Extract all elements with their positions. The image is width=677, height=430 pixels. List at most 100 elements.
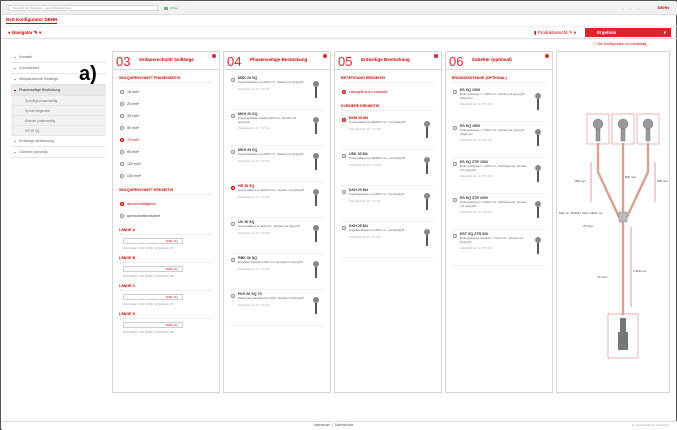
sidebar-subitem[interactable]: HR 25 SQ	[11, 126, 106, 136]
result-button[interactable]: Ergebnis ▾	[585, 28, 671, 37]
product-option[interactable]: UK 30 SQ Universalklemme Ø30 mm, Spindel …	[230, 218, 324, 254]
radio-icon	[453, 198, 457, 202]
product-option[interactable]: KKH 25 M4 Kugelkopfhaken mit Ø25 mm, mit …	[341, 222, 435, 258]
app-title-tab[interactable]: DxS Konfigurator DEHN	[6, 17, 58, 24]
clamp-icon	[424, 121, 430, 138]
clamp-icon	[424, 193, 430, 210]
sidebar-subitem[interactable]: Kleinste phasenseitig	[11, 116, 106, 126]
radio-option[interactable]: 50 mm²	[119, 122, 213, 134]
product-datasheet-link[interactable]: Datenblatt Art.-Nr. 772 211	[349, 200, 417, 203]
pin-icon: ✎ ▾	[567, 30, 577, 35]
window-controls[interactable]: ○ ○ ○	[622, 6, 641, 11]
product-desc: Erdungsstange l = 1500 mm, Spindel mit Q…	[460, 128, 525, 136]
product-option[interactable]: ES SQ ZTR 2000 Erdungsstange l = 2000 mm,…	[452, 194, 546, 230]
sidebar-item-erdseitig[interactable]: Erdseitige Bestückung	[11, 136, 106, 147]
product-datasheet-link[interactable]: Datenblatt Art.-Nr. 772 341	[238, 127, 306, 130]
datenschutz-link[interactable]: Datenschutz	[335, 423, 353, 427]
product-datasheet-link[interactable]: Datenblatt Art.-Nr. 765 092	[460, 247, 528, 250]
radio-icon	[231, 258, 235, 262]
sidebar-subitem[interactable]: Sprödlige phasenseitig	[11, 96, 106, 106]
sidebar-item-zubehoer[interactable]: Zubehör (optional)	[11, 147, 106, 158]
max-rating: Max. Ik: 19.5kA / 0.5s / 11kA / 1s	[559, 211, 603, 215]
radio-icon	[120, 202, 124, 206]
product-datasheet-link[interactable]: Datenblatt Art.-Nr. 773 416	[238, 304, 306, 307]
length-hint: Minimalwert: 200 (1000), Schrittweite: 5…	[123, 246, 174, 250]
brand-logo: DEHN	[657, 5, 669, 10]
section-title: Seilquerschnitt phasenseitig	[119, 76, 213, 83]
product-option[interactable]: ES SQ 1000 Erdungsstange l = 1000 mm, Spi…	[452, 86, 546, 122]
radio-icon	[120, 174, 124, 178]
product-datasheet-link[interactable]: Datenblatt Art.-Nr. 765 210	[460, 211, 528, 214]
impressum-link[interactable]: Impressum	[314, 423, 330, 427]
status-dot-icon	[323, 54, 327, 58]
radio-option[interactable]: querschnittsreduziert	[119, 210, 213, 222]
product-option[interactable]: EST SQ ZTR 920 Erdungsstange teleskop. l …	[452, 230, 546, 266]
product-datasheet-link[interactable]: Datenblatt Art.-Nr. 765 105	[460, 103, 528, 106]
product-list: MSK 20 SQ Kugelkopfhaken mit Ø20 mm, Spin…	[224, 74, 330, 326]
length-label: Länge C	[119, 284, 213, 291]
secure-badge: Wrote	[164, 6, 190, 11]
product-option[interactable]: KKH 20 M4 Kugelkopfhaken mit Ø20 mm, mit …	[341, 186, 435, 222]
product-desc: Phasenanschlussbolzen M16, Spindel mit Q…	[238, 296, 304, 300]
product-desc: Erdungsstange l = 1000 mm, Verlängerung,…	[460, 164, 527, 172]
product-option[interactable]: EKM 25 M4 Universalklemme Ø25/25 mm, mit …	[341, 114, 435, 150]
clamp-icon	[313, 225, 319, 242]
product-datasheet-link[interactable]: Datenblatt Art.-Nr. 772 351	[238, 160, 306, 163]
length-input[interactable]: 1000 mm	[123, 266, 183, 272]
length-label: Länge A	[119, 228, 213, 235]
step-panel-seilquerschnitt: 03 Seilquerschnitt/ Seillänge Seilquersc…	[112, 51, 220, 393]
browser-bar: Deutsch mit Varianten - oder Artikelnumm…	[2, 2, 677, 15]
product-option[interactable]: MKH 25 SQ Kugelkopfhaken mit Ø25 mm, Spin…	[230, 146, 324, 182]
sidebar-item-auswahl[interactable]: Auswahl	[11, 52, 106, 63]
product-option[interactable]: HR 25 SQ Universalklemme Ø25/25 mm, Spind…	[230, 182, 324, 218]
product-datasheet-link[interactable]: Datenblatt Art.-Nr. 774 238	[349, 164, 417, 167]
length-input[interactable]: 1000 mm	[123, 294, 183, 300]
product-view-button[interactable]: ▮ Produktansicht ✎ ▾	[534, 30, 576, 36]
sidebar-subitem[interactable]: Spindel allgemein	[11, 106, 106, 116]
step-title: Erdseitige Bestückung	[361, 57, 410, 62]
product-option[interactable]: MSK 20 SQ Kugelkopfhaken mit Ø20 mm, Spin…	[230, 74, 324, 110]
product-datasheet-link[interactable]: Datenblatt Art.-Nr. 765 110	[460, 175, 528, 178]
section-title: Betätigung erdseitig	[341, 76, 435, 83]
product-option[interactable]: ES SQ 1500 Erdungsstange l = 1500 mm, Spi…	[452, 122, 546, 158]
product-desc: Kugelkopfhaken mit Ø20 mm, mit Handgriff	[349, 192, 405, 196]
navigator-button[interactable]: ● Navigator ✎ ▾	[8, 30, 41, 36]
product-datasheet-link[interactable]: Datenblatt Art.-Nr. 765 155	[460, 139, 528, 142]
radio-icon	[120, 150, 124, 154]
dim-label: 600 mm	[625, 175, 636, 179]
radio-option-selected[interactable]: 70 mm²	[119, 134, 213, 146]
product-list: ES SQ 1000 Erdungsstange l = 1000 mm, Spi…	[446, 86, 552, 266]
product-datasheet-link[interactable]: Datenblatt Art.-Nr. 774 228	[349, 128, 417, 131]
clamp-icon	[313, 189, 319, 206]
product-option[interactable]: RBK 30 SQ Rundklemmbacken Ø30 mm, Spindel…	[230, 254, 324, 290]
product-option[interactable]: ES SQ ZTR 1000 Erdungsstange l = 1000 mm,…	[452, 158, 546, 194]
annotation-a: a)	[79, 63, 97, 85]
product-option[interactable]: PKS 56 SQ 70 Phasenanschlussbolzen M16, S…	[230, 290, 324, 326]
product-datasheet-link[interactable]: Datenblatt Art.-Nr. 773 226	[238, 196, 306, 199]
product-datasheet-link[interactable]: Datenblatt Art.-Nr. 773 315	[238, 268, 306, 271]
product-datasheet-link[interactable]: Datenblatt Art.-Nr. 773 238	[238, 232, 306, 235]
address-bar[interactable]: Deutsch mit Varianten - oder Artikelnumm…	[8, 5, 158, 11]
radio-icon	[342, 90, 346, 94]
radio-option[interactable]: 16 mm²	[119, 86, 213, 98]
radio-option[interactable]: 95 mm²	[119, 146, 213, 158]
footer-disclaimer: Im Zweifelsfall Ihr lieferfähig	[631, 423, 669, 427]
product-list: EKM 25 M4 Universalklemme Ø25/25 mm, mit …	[335, 114, 441, 258]
product-option[interactable]: MKH 20 SQ Kugelkopfhaken Kalibid Ø20 mm, …	[230, 110, 324, 146]
sidebar-item-phasenseitig[interactable]: Phasenseitige Bestückung	[11, 85, 106, 96]
length-input[interactable]: 1000 mm	[123, 322, 183, 328]
step-header: 03 Seilquerschnitt/ Seillänge	[113, 52, 219, 70]
app-title-bar: DxS Konfigurator DEHN	[2, 15, 677, 27]
radio-option-selected[interactable]: querschnittsgleich	[119, 198, 213, 210]
radio-option[interactable]: 25 mm²	[119, 98, 213, 110]
length-hint: Minimalwert: 200 (1000), Schrittweite: 5…	[123, 302, 174, 306]
product-datasheet-link[interactable]: Datenblatt Art.-Nr. 773 211	[238, 88, 306, 91]
step-title: Phasenseitige Bestückung	[250, 57, 308, 62]
radio-option-selected[interactable]: Handgriff aus Kunststoff	[341, 86, 435, 98]
radio-option[interactable]: 120 mm²	[119, 158, 213, 170]
radio-option[interactable]: 150 mm²	[119, 170, 213, 182]
product-datasheet-link[interactable]: Datenblatt Art.-Nr. 772 251	[349, 236, 417, 239]
radio-option[interactable]: 35 mm²	[119, 110, 213, 122]
product-option[interactable]: UEK 30 M4 Universalklemme Ø25/30 mm, mit …	[341, 150, 435, 186]
length-input[interactable]: 1000 mm	[123, 238, 183, 244]
